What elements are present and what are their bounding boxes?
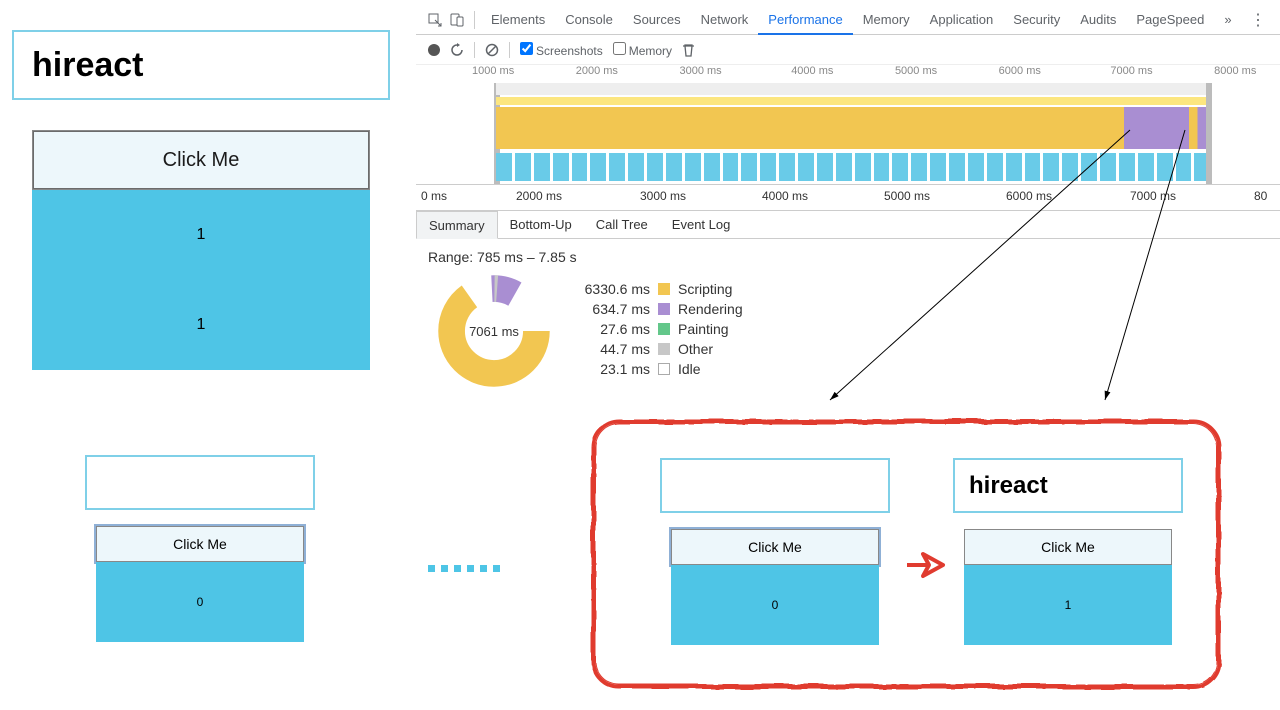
reload-icon[interactable]: [450, 43, 464, 57]
time-mark: 8000 ms: [1214, 65, 1256, 77]
flame-chart[interactable]: [496, 107, 1210, 149]
record-icon[interactable]: [428, 44, 440, 56]
tab-application[interactable]: Application: [920, 5, 1004, 35]
tab-network[interactable]: Network: [691, 5, 759, 35]
tab-elements[interactable]: Elements: [481, 5, 555, 35]
ruler-mark: 0 ms: [421, 189, 447, 203]
perf-ruler[interactable]: 0 ms 2000 ms 3000 ms 4000 ms 5000 ms 600…: [416, 185, 1280, 211]
perf-detail-tabs: Summary Bottom-Up Call Tree Event Log: [416, 211, 1280, 239]
ruler-mark: 6000 ms: [1006, 189, 1052, 203]
counter-value: 1: [197, 316, 206, 334]
clear-icon[interactable]: [485, 43, 499, 57]
ruler-mark: 2000 ms: [516, 189, 562, 203]
summary-legend: 6330.6 msScripting 634.7 msRendering 27.…: [576, 279, 743, 379]
time-mark: 6000 ms: [999, 65, 1041, 77]
tab-security[interactable]: Security: [1003, 5, 1070, 35]
counter-value: 1: [197, 226, 206, 244]
counter-value: 0: [772, 598, 779, 612]
device-icon[interactable]: [446, 13, 468, 27]
devtools-tabbar: Elements Console Sources Network Perform…: [416, 5, 1280, 35]
perf-overview[interactable]: 1000 ms 2000 ms 3000 ms 4000 ms 5000 ms …: [416, 65, 1280, 185]
tab-audits[interactable]: Audits: [1070, 5, 1126, 35]
kebab-icon[interactable]: ⋮: [1244, 10, 1272, 30]
time-mark: 2000 ms: [576, 65, 618, 77]
counter-value: 1: [1065, 598, 1072, 612]
tab-pagespeed[interactable]: PageSpeed: [1126, 5, 1214, 35]
sample-app-state-3: hireact Click Me 1: [953, 458, 1173, 645]
frames-strip: [496, 153, 1210, 181]
detail-tab-eventlog[interactable]: Event Log: [660, 211, 743, 238]
screenshots-checkbox[interactable]: Screenshots: [520, 42, 603, 58]
sample-app-state-2: Click Me 0: [660, 458, 880, 645]
detail-tab-summary[interactable]: Summary: [416, 211, 498, 239]
time-mark: 3000 ms: [679, 65, 721, 77]
time-mark: 5000 ms: [895, 65, 937, 77]
inspect-icon[interactable]: [424, 13, 446, 27]
counter-value: 0: [197, 595, 204, 609]
click-me-button[interactable]: Click Me: [32, 130, 370, 190]
trash-icon[interactable]: [682, 43, 695, 57]
text-input[interactable]: [85, 455, 315, 510]
summary-donut: 7061 ms: [438, 275, 550, 387]
ruler-mark: 80: [1254, 189, 1267, 203]
tab-memory[interactable]: Memory: [853, 5, 920, 35]
tab-sources[interactable]: Sources: [623, 5, 691, 35]
ruler-mark: 7000 ms: [1130, 189, 1176, 203]
detail-tab-calltree[interactable]: Call Tree: [584, 211, 660, 238]
time-mark: 7000 ms: [1110, 65, 1152, 77]
perf-controls: Screenshots Memory: [416, 35, 1280, 65]
time-mark: 1000 ms: [472, 65, 514, 77]
donut-center-label: 7061 ms: [438, 275, 550, 387]
more-tabs-icon[interactable]: »: [1214, 5, 1241, 35]
counter-panel: 0: [671, 565, 879, 645]
tab-console[interactable]: Console: [555, 5, 623, 35]
text-input[interactable]: hireact: [953, 458, 1183, 513]
counter-panel: 1: [964, 565, 1172, 645]
tab-performance[interactable]: Performance: [758, 5, 852, 35]
ruler-mark: 4000 ms: [762, 189, 808, 203]
text-input[interactable]: [660, 458, 890, 513]
ellipsis-dots: [428, 565, 500, 572]
ruler-mark: 5000 ms: [884, 189, 930, 203]
text-input[interactable]: hireact: [12, 30, 390, 100]
range-handle-right[interactable]: [1206, 83, 1212, 184]
click-me-button[interactable]: Click Me: [964, 529, 1172, 565]
range-text: Range: 785 ms – 7.85 s: [428, 249, 1268, 265]
red-arrow-icon: [905, 550, 947, 585]
counter-panel: 1 1: [32, 190, 370, 370]
click-me-button[interactable]: Click Me: [671, 529, 879, 565]
perf-summary: Range: 785 ms – 7.85 s 7061 ms 6330.6 ms…: [416, 239, 1280, 399]
sample-app-large: hireact Click Me 1 1: [12, 30, 392, 370]
sample-app-state-1: Click Me 0: [85, 455, 305, 642]
counter-panel: 0: [96, 562, 304, 642]
click-me-button[interactable]: Click Me: [96, 526, 304, 562]
time-mark: 4000 ms: [791, 65, 833, 77]
ruler-mark: 3000 ms: [640, 189, 686, 203]
memory-checkbox[interactable]: Memory: [613, 42, 672, 58]
devtools-panel: Elements Console Sources Network Perform…: [416, 5, 1280, 399]
detail-tab-bottomup[interactable]: Bottom-Up: [498, 211, 584, 238]
